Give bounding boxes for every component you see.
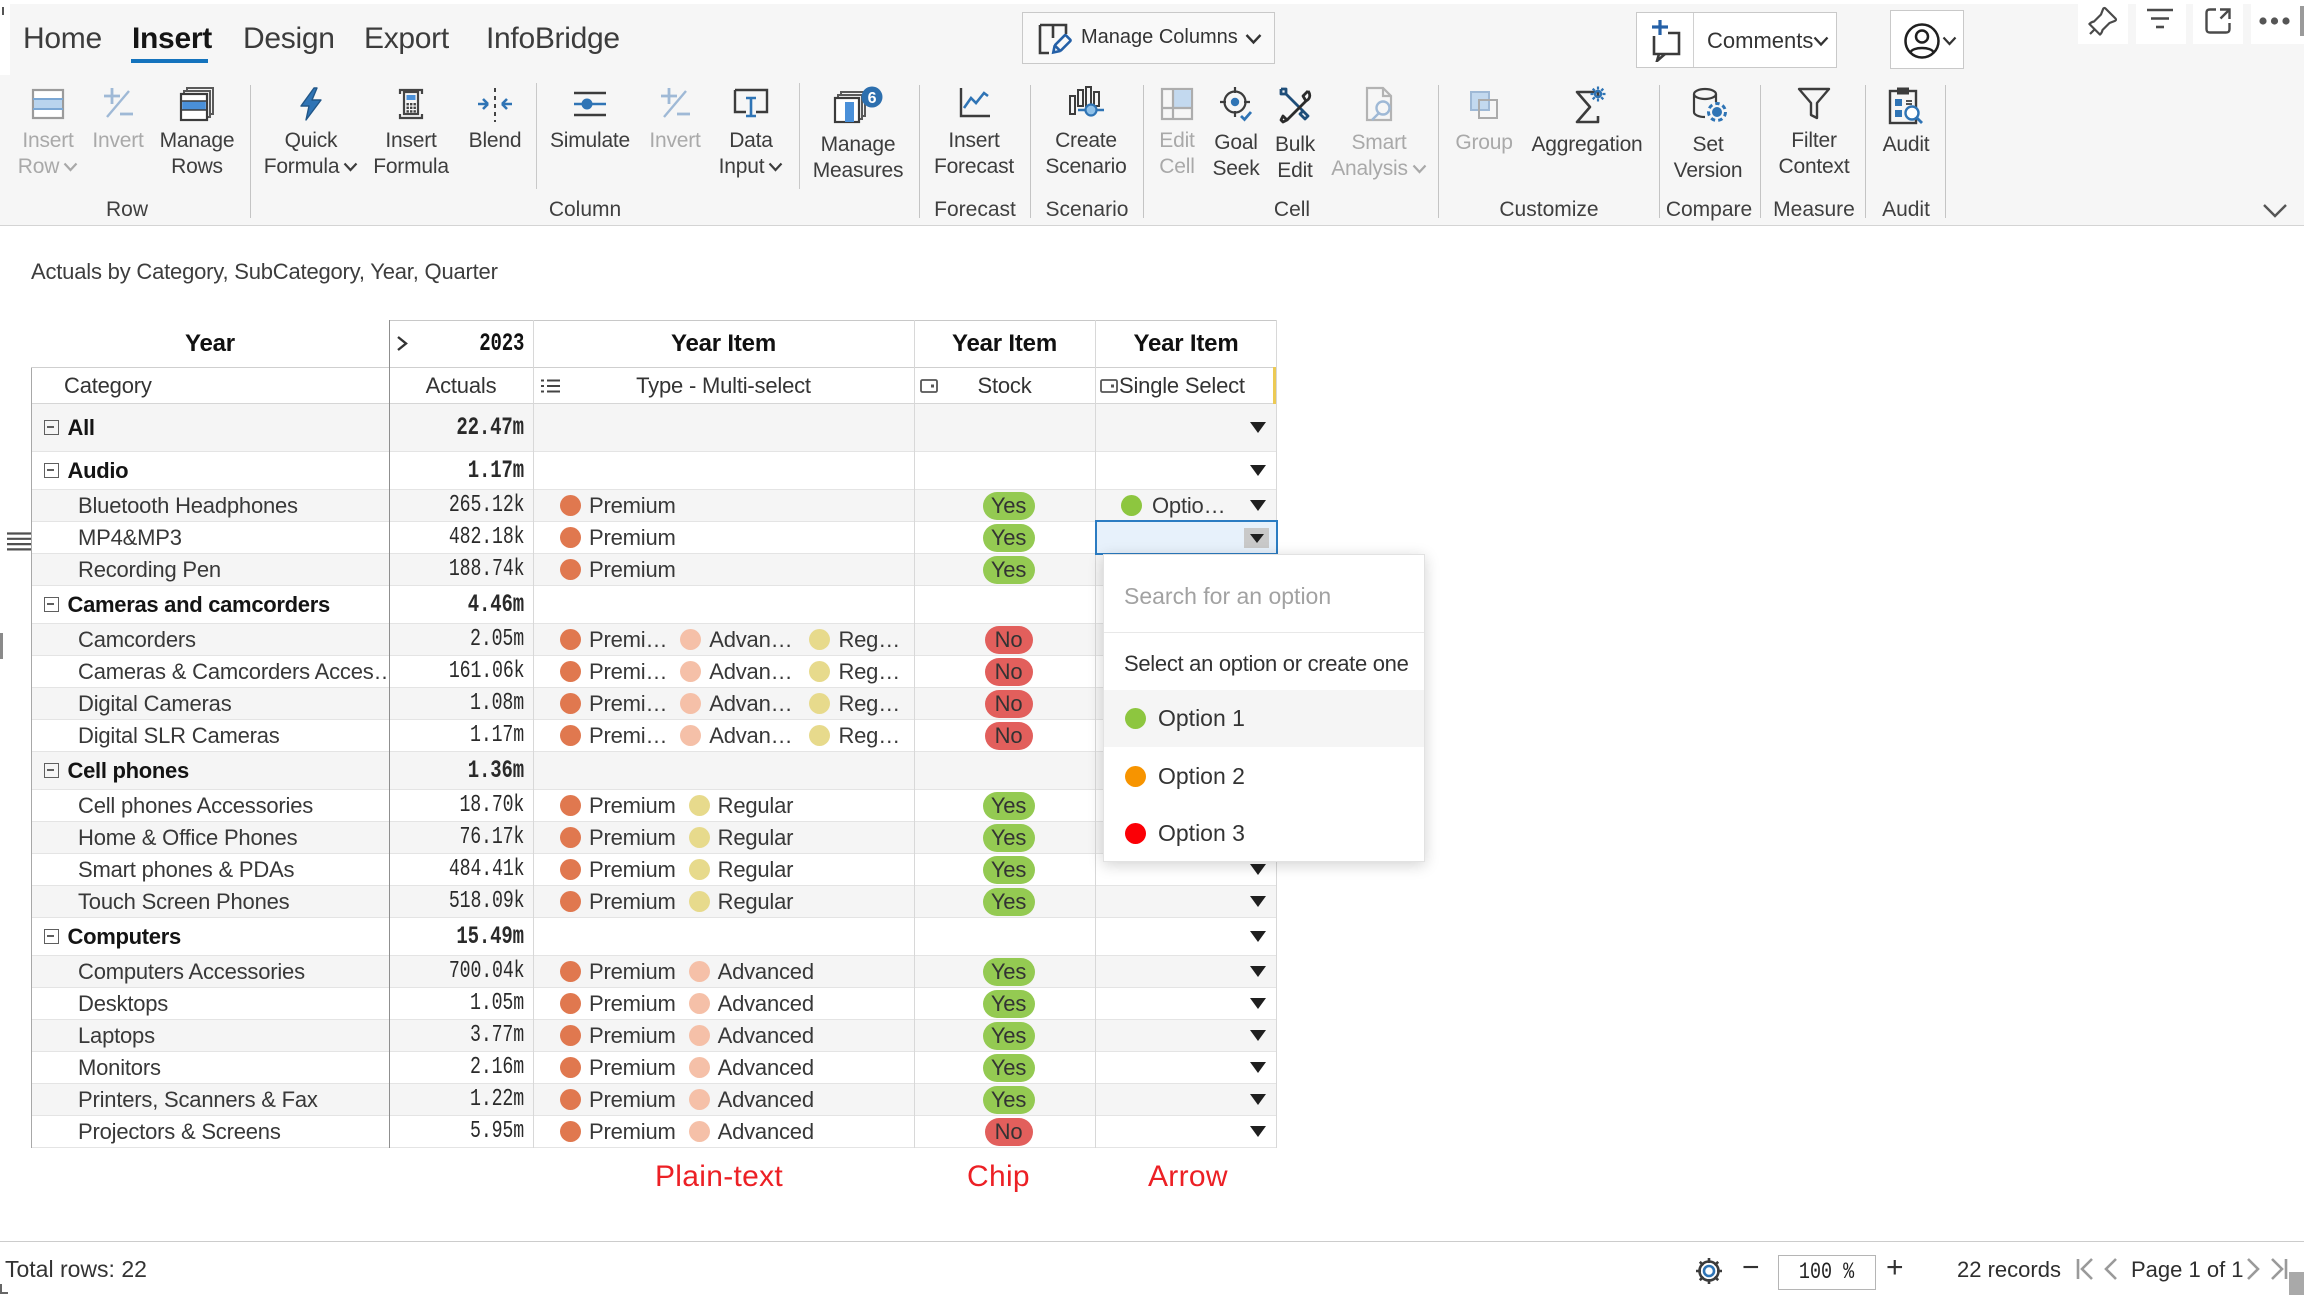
svg-text:6: 6 (868, 90, 877, 107)
